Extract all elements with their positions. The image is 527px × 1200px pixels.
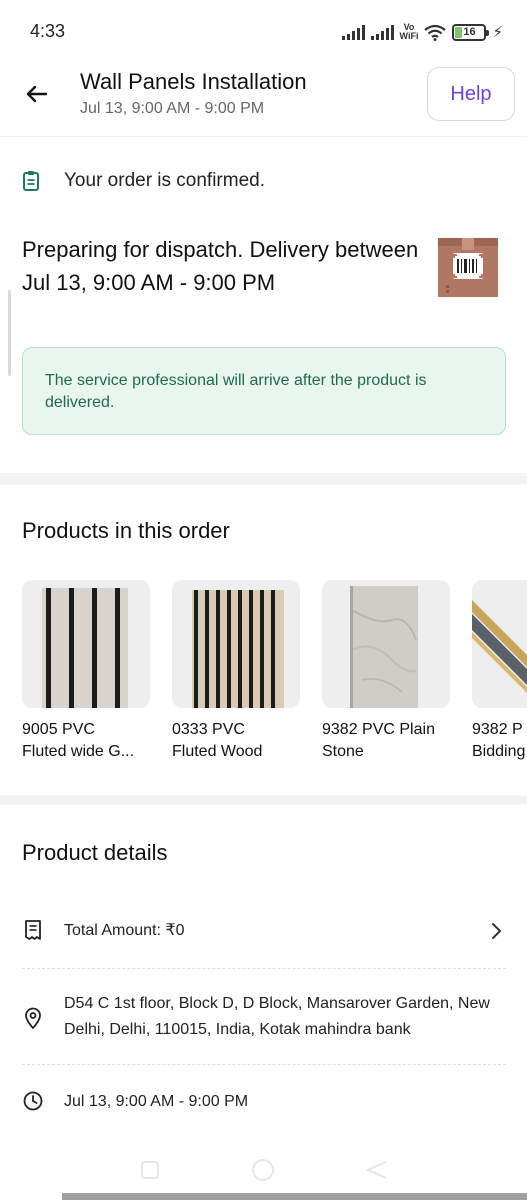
products-section-title: Products in this order — [22, 518, 230, 543]
page-subtitle: Jul 13, 9:00 AM - 9:00 PM — [80, 100, 265, 117]
chevron-right-icon[interactable] — [489, 921, 505, 941]
order-status-text: Your order is confirmed. — [64, 170, 266, 191]
product-name-line2: Bidding — [472, 743, 526, 760]
product-card[interactable]: 9005 PVC Fluted wide G... — [22, 580, 150, 763]
home-icon[interactable] — [250, 1157, 276, 1183]
status-icons: Vo WiFi 16 ⚡ — [341, 20, 503, 44]
products-carousel[interactable]: 9005 PVC Fluted wide G... 0333 PVC Flute… — [22, 580, 527, 770]
receipt-icon — [25, 920, 41, 940]
product-card[interactable]: 9382 P Bidding — [472, 580, 527, 763]
time-row: Jul 13, 9:00 AM - 9:00 PM — [22, 1089, 506, 1115]
product-name-line2: Fluted Wood — [172, 743, 263, 760]
details-section-title: Product details — [22, 840, 168, 865]
service-notice: The service professional will arrive aft… — [22, 347, 506, 435]
dispatch-message: Preparing for dispatch. Delivery between… — [22, 237, 419, 295]
order-status-row: Your order is confirmed. — [22, 170, 265, 192]
product-image — [322, 580, 450, 708]
product-card[interactable]: 0333 PVC Fluted Wood — [172, 580, 300, 763]
wifi-icon — [424, 24, 447, 41]
section-divider — [0, 473, 527, 485]
product-image — [472, 580, 527, 708]
product-name-line1: 9005 PVC — [22, 721, 95, 738]
product-card[interactable]: 9382 PVC Plain Stone — [322, 580, 450, 763]
scroll-indicator — [8, 290, 11, 376]
section-divider — [0, 795, 527, 805]
product-name-line1: 9382 PVC Plain — [322, 721, 435, 738]
product-name-line1: 0333 PVC — [172, 721, 245, 738]
page-title: Wall Panels Installation — [80, 69, 307, 94]
clipboard-icon — [23, 171, 39, 191]
address-text: D54 C 1st floor, Block D, D Block, Mansa… — [64, 995, 490, 1038]
battery-level: 16 — [463, 25, 476, 38]
product-name-line2: Stone — [322, 743, 364, 760]
product-image — [22, 580, 150, 708]
signal-icon — [370, 24, 394, 40]
address-row: D54 C 1st floor, Block D, D Block, Mansa… — [22, 991, 506, 1043]
dashed-divider — [22, 1064, 506, 1065]
package-image — [438, 238, 498, 297]
product-name-line1: 9382 P — [472, 721, 523, 738]
vowifi-icon: Vo WiFi — [399, 22, 419, 41]
status-bar: 4:33 Vo WiFi 16 ⚡ — [0, 0, 527, 62]
dashed-divider — [22, 968, 506, 969]
time-text: Jul 13, 9:00 AM - 9:00 PM — [64, 1093, 249, 1110]
signal-icon — [341, 24, 365, 40]
location-pin-icon — [25, 1007, 41, 1029]
back-nav-icon[interactable] — [366, 1160, 388, 1180]
gesture-bar — [62, 1193, 527, 1200]
total-amount-row[interactable]: Total Amount: ₹0 — [22, 918, 506, 944]
recents-icon[interactable] — [140, 1160, 160, 1180]
product-image — [172, 580, 300, 708]
back-arrow-icon[interactable] — [22, 79, 52, 109]
header: Wall Panels Installation Jul 13, 9:00 AM… — [0, 62, 527, 137]
product-name-line2: Fluted wide G... — [22, 743, 135, 760]
charging-bolt-icon: ⚡ — [492, 24, 503, 41]
help-button[interactable]: Help — [427, 67, 515, 121]
battery-icon: 16 — [452, 23, 490, 41]
clock-icon — [23, 1091, 43, 1111]
total-amount-text: Total Amount: ₹0 — [64, 922, 185, 939]
status-time: 4:33 — [30, 21, 66, 41]
